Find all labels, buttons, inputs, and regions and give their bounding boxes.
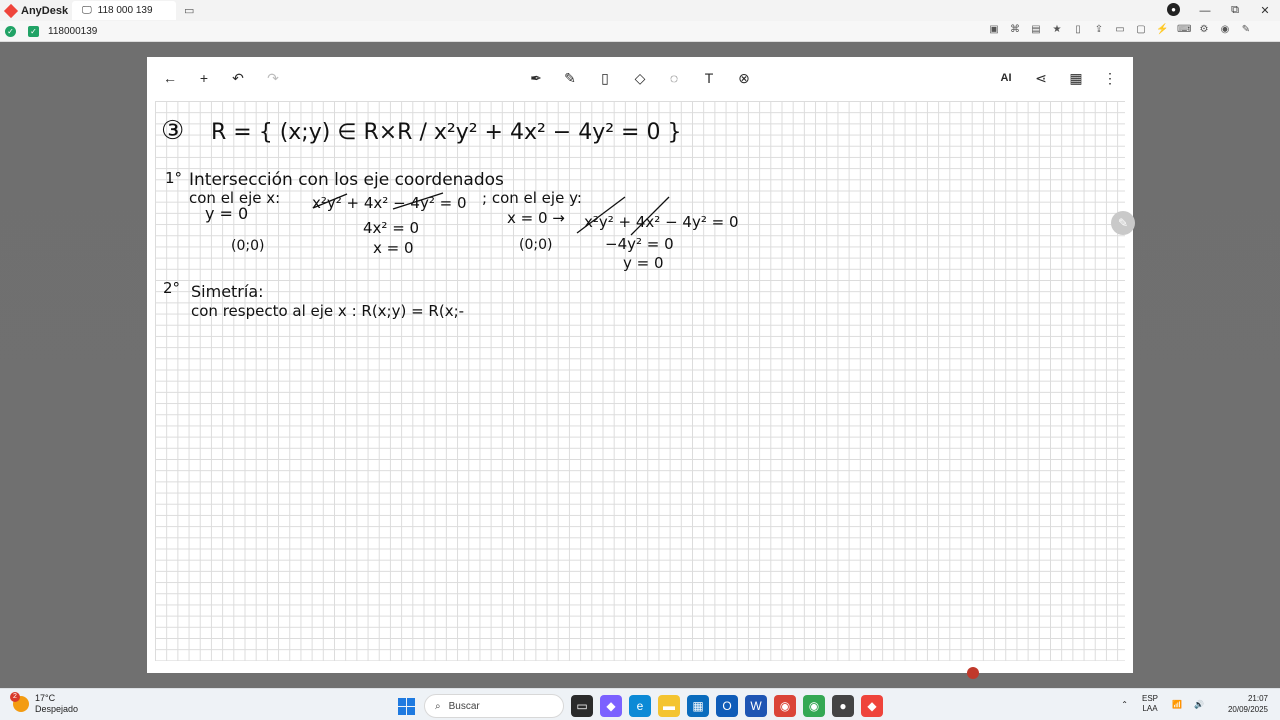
pen-edit-icon[interactable]: ✎ <box>1111 211 1135 235</box>
step2-number: 2° <box>163 279 180 297</box>
weather-widget[interactable]: 2 17°C Despejado <box>10 692 79 715</box>
input-icon[interactable]: ⌘ <box>1009 24 1021 35</box>
clock[interactable]: 21:07 20/09/2025 <box>1228 693 1268 715</box>
session-tab[interactable]: 🖵 118 000 139 <box>72 1 176 20</box>
y-point: (0;0) <box>519 237 552 253</box>
note-window: ← + ↶ ↷ ✒ ✎ ▯ ◇ ◌ T ⊗ AI ⋖ ▦ ⋮ ③ R = { (… <box>147 57 1133 673</box>
outlook-icon[interactable]: O <box>716 695 738 717</box>
app-icon[interactable]: ● <box>832 695 854 717</box>
restore-button[interactable]: ⧉ <box>1220 4 1250 17</box>
chrome-icon[interactable]: ◉ <box>774 695 796 717</box>
clock-date: 20/09/2025 <box>1227 705 1268 714</box>
chevron-up-icon[interactable]: ⌃ <box>1121 700 1128 709</box>
close-button[interactable]: ✕ <box>1250 4 1280 17</box>
y-equation: x²y² + 4x² − 4y² = 0 <box>584 213 739 231</box>
session-toolbar: ▣ ⌘ ▤ ★ ▯ ⇪ ▭ ▢ ⚡ ⌨ ⚙ ◉ ✎ <box>988 24 1252 35</box>
search-placeholder: Buscar <box>448 700 480 712</box>
search-icon: ⌕ <box>435 700 441 712</box>
word-icon[interactable]: W <box>745 695 767 717</box>
y-substitution: x = 0 → <box>507 209 565 227</box>
action-icon[interactable]: ⚡ <box>1156 24 1168 35</box>
system-tray: ⌃ ESP LAA 📶 🔊 21:07 20/09/2025 <box>1115 693 1280 715</box>
upload-icon[interactable]: ⇪ <box>1093 24 1105 35</box>
line1-number: ③ <box>161 116 184 146</box>
x-result-2: x = 0 <box>373 239 414 257</box>
anydesk-addressbar: ✓ ✓ 118000139 ▣ ⌘ ▤ ★ ▯ ⇪ ▭ ▢ ⚡ ⌨ ⚙ ◉ ✎ <box>0 21 1280 42</box>
wifi-icon[interactable]: 📶 <box>1172 700 1182 709</box>
chat-icon[interactable]: ▢ <box>1135 24 1147 35</box>
step1-number: 1° <box>165 169 182 187</box>
clock-time: 21:07 <box>1247 694 1268 703</box>
taskbar-search[interactable]: ⌕ Buscar <box>424 694 564 718</box>
edge-icon[interactable]: e <box>629 695 651 717</box>
start-button[interactable] <box>395 695 417 717</box>
store-icon[interactable]: ▦ <box>687 695 709 717</box>
taskbar: 2 17°C Despejado ⌕ Buscar ▭ ◆ e ▬ ▦ O W … <box>0 688 1280 720</box>
keyboard-icon[interactable]: ⌨ <box>1177 24 1191 35</box>
anydesk-app-name: AnyDesk <box>21 4 69 17</box>
windows-icon <box>397 697 415 715</box>
step1-title: Intersección con los eje coordenados <box>189 170 504 190</box>
session-tab-label: 118 000 139 <box>97 5 153 16</box>
x-equation: x²y² + 4x² − 4y² = 0 <box>312 194 467 212</box>
x-point: (0;0) <box>231 238 264 254</box>
favorite-icon[interactable]: ★ <box>1051 24 1063 35</box>
weather-temp: 17°C <box>35 693 56 703</box>
y-axis-label: ; con el eje y: <box>482 189 582 207</box>
secure-session-icon: ✓ <box>28 25 39 37</box>
minimize-button[interactable]: — <box>1190 5 1220 17</box>
copilot-icon[interactable]: ◆ <box>600 695 622 717</box>
y-result-2: y = 0 <box>623 254 664 272</box>
document-icon[interactable]: ▯ <box>1072 24 1084 35</box>
volume-icon[interactable]: 🔊 <box>1194 700 1204 709</box>
weather-desc: Despejado <box>35 704 79 714</box>
new-tab-icon[interactable]: ▭ <box>184 4 194 17</box>
anydesk-titlebar: AnyDesk 🖵 118 000 139 ▭ ● — ⧉ ✕ <box>0 0 1280 21</box>
files-icon[interactable]: ▤ <box>1030 24 1042 35</box>
chrome-profile-icon[interactable]: ◉ <box>803 695 825 717</box>
anydesk-taskbar-icon[interactable]: ◆ <box>861 695 883 717</box>
file-explorer-icon[interactable]: ▬ <box>658 695 680 717</box>
step2-title: Simetría: <box>191 282 264 301</box>
screen-icon[interactable]: ▭ <box>1114 24 1126 35</box>
language-indicator[interactable]: ESP LAA <box>1142 694 1158 714</box>
x-result-1: 4x² = 0 <box>363 219 419 237</box>
monitor-icon: 🖵 <box>82 5 92 16</box>
handwriting-canvas: ③ R = { (x;y) ∈ R×R / x²y² + 4x² − 4y² =… <box>161 116 739 320</box>
anydesk-logo[interactable]: AnyDesk <box>0 3 72 18</box>
display-icon[interactable]: ▣ <box>988 24 1000 35</box>
line1-text: R = { (x;y) ∈ R×R / x²y² + 4x² − 4y² = 0… <box>211 120 681 145</box>
connection-ok-icon: ✓ <box>5 25 16 37</box>
remote-cursor-icon <box>967 667 979 679</box>
record-icon[interactable]: ◉ <box>1219 24 1231 35</box>
remote-id-field[interactable]: 118000139 <box>48 26 97 37</box>
sun-icon: 2 <box>10 692 29 712</box>
y-zero: y = 0 <box>205 204 248 223</box>
step2-line: con respecto al eje x : R(x;y) = R(x;- <box>191 302 464 320</box>
task-view-icon[interactable]: ▭ <box>571 695 593 717</box>
draw-icon[interactable]: ✎ <box>1240 24 1252 35</box>
lang-bottom: LAA <box>1142 704 1158 713</box>
lang-top: ESP <box>1142 694 1159 703</box>
y-result-1: −4y² = 0 <box>605 235 674 253</box>
permissions-icon[interactable]: ⚙ <box>1198 24 1210 35</box>
anydesk-logo-icon <box>3 3 19 18</box>
user-avatar-icon[interactable]: ● <box>1167 3 1180 16</box>
weather-badge: 2 <box>10 692 20 702</box>
